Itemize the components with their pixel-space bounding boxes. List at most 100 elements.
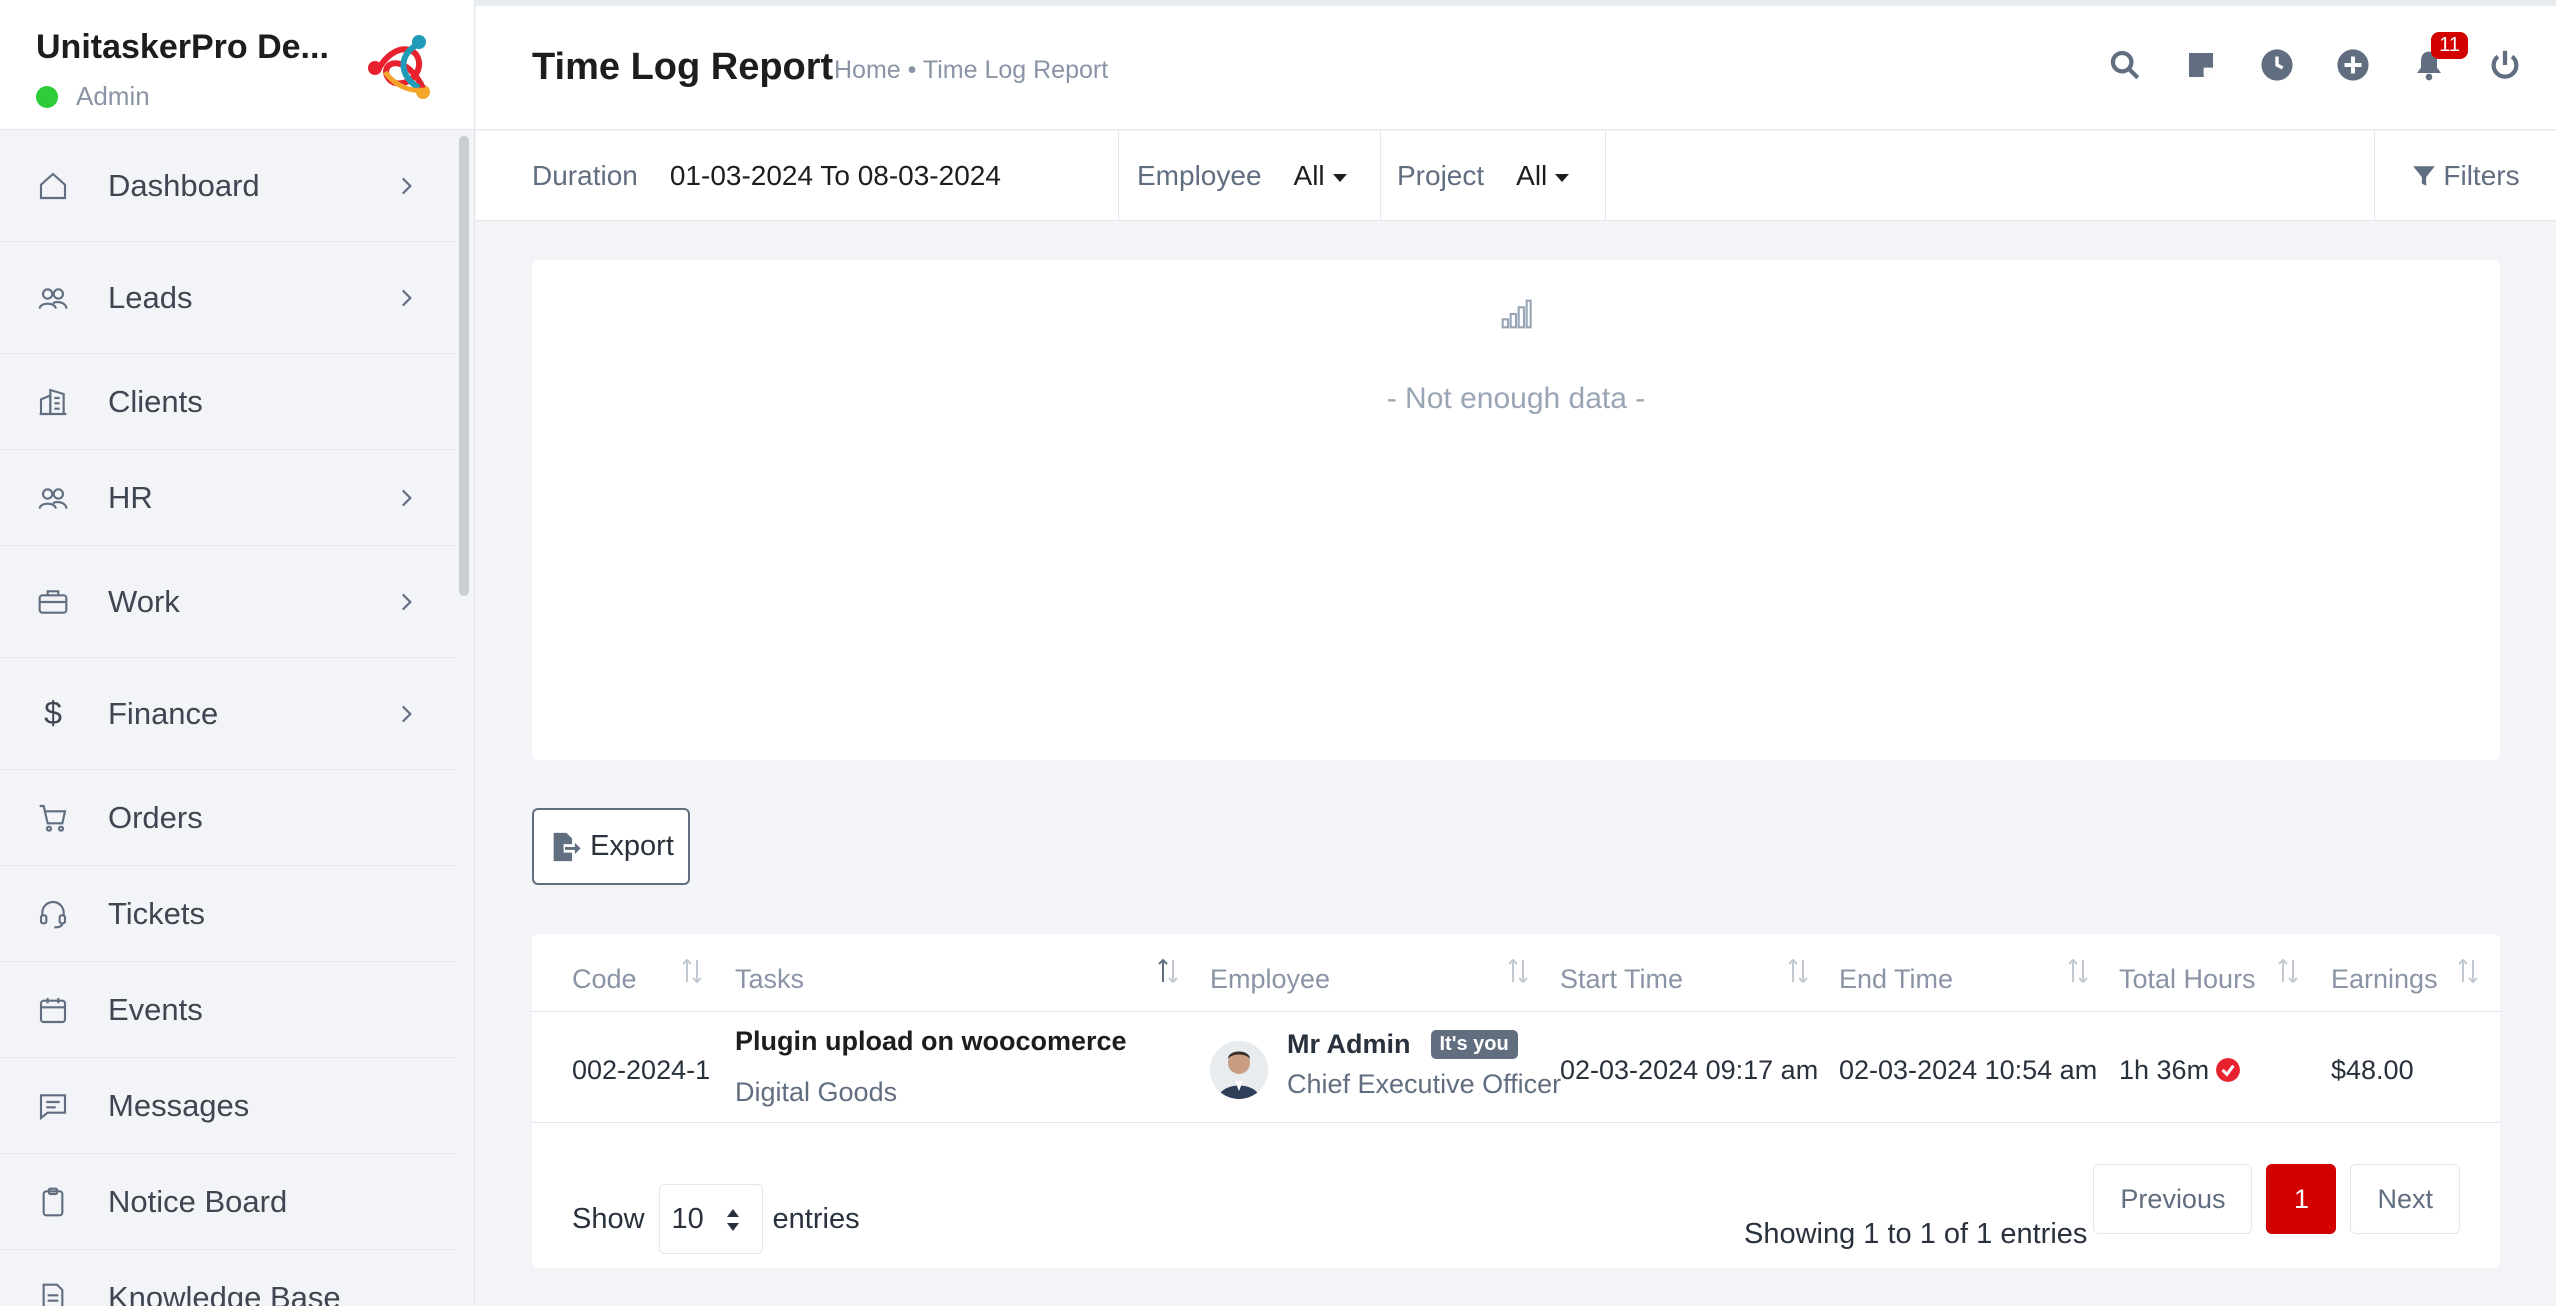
filter-bar: Duration 01-03-2024 To 08-03-2024 Employ… xyxy=(476,131,2556,221)
employee-label: Employee xyxy=(1137,160,1262,191)
message-icon xyxy=(36,1089,70,1123)
search-icon[interactable] xyxy=(2106,46,2144,84)
sidebar-item-label: Orders xyxy=(108,799,203,835)
sort-icon[interactable] xyxy=(2276,956,2300,986)
duration-filter[interactable]: Duration 01-03-2024 To 08-03-2024 xyxy=(532,131,1119,221)
sort-icon[interactable] xyxy=(1506,956,1530,986)
column-header-tasks[interactable]: Tasks xyxy=(735,964,804,995)
sidebar-item-finance[interactable]: $ Finance xyxy=(0,658,455,770)
start-time: 02-03-2024 09:17 am xyxy=(1560,1055,1819,1085)
sidebar-item-label: Finance xyxy=(108,695,219,731)
filter-icon xyxy=(2413,166,2436,186)
sidebar-item-messages[interactable]: Messages xyxy=(0,1058,455,1154)
bar-chart-icon xyxy=(1501,299,1532,329)
sort-icon[interactable] xyxy=(680,956,704,986)
employee-value: All xyxy=(1293,160,1325,191)
column-header-total-hours[interactable]: Total Hours xyxy=(2119,964,2256,995)
sticky-note-icon[interactable] xyxy=(2182,46,2220,84)
column-header-end-time[interactable]: End Time xyxy=(1839,964,1953,995)
caret-down-icon xyxy=(1332,173,1347,182)
sidebar-scrollbar[interactable] xyxy=(459,136,469,596)
document-icon xyxy=(36,1281,70,1306)
dollar-icon: $ xyxy=(44,695,62,731)
previous-page-button[interactable]: Previous xyxy=(2093,1164,2253,1234)
page-length-value: 10 xyxy=(671,1202,704,1235)
file-export-icon xyxy=(553,832,581,861)
brand-header[interactable]: UnitaskerPro De... Admin xyxy=(0,0,474,130)
bell-icon[interactable]: 11 xyxy=(2410,32,2468,84)
sidebar-item-work[interactable]: Work xyxy=(0,546,455,658)
sidebar-item-leads[interactable]: Leads xyxy=(0,242,455,354)
sidebar-item-label: Work xyxy=(108,583,180,619)
sidebar-item-label: Leads xyxy=(108,279,193,315)
next-page-button[interactable]: Next xyxy=(2350,1164,2460,1234)
page-header: Time Log Report Home • Time Log Report 1… xyxy=(476,6,2556,130)
breadcrumb[interactable]: Home • Time Log Report xyxy=(834,56,1108,85)
column-header-code[interactable]: Code xyxy=(572,964,637,995)
filters-button[interactable]: Filters xyxy=(2374,131,2556,221)
sidebar-item-label: Notice Board xyxy=(108,1183,288,1219)
add-circle-icon[interactable] xyxy=(2334,46,2372,84)
employee-filter[interactable]: Employee All xyxy=(1119,131,1381,221)
duration-value[interactable]: 01-03-2024 To 08-03-2024 xyxy=(670,160,1001,192)
employee-designation: Chief Executive Officer xyxy=(1287,1069,1562,1099)
clipboard-icon xyxy=(36,1185,70,1219)
sort-icon[interactable] xyxy=(1156,956,1180,986)
employee-select[interactable]: All xyxy=(1294,160,1347,192)
export-button[interactable]: Export xyxy=(532,808,690,885)
sidebar-item-label: Knowledge Base xyxy=(108,1279,341,1306)
project-filter[interactable]: Project All xyxy=(1381,131,1606,221)
project-label: Project xyxy=(1397,160,1485,191)
sidebar-item-hr[interactable]: HR xyxy=(0,450,455,546)
project-name: Digital Goods xyxy=(735,1077,898,1107)
end-time: 02-03-2024 10:54 am xyxy=(1839,1055,2098,1085)
page-1-button[interactable]: 1 xyxy=(2266,1164,2337,1234)
empty-chart-message: - Not enough data - xyxy=(1386,382,1646,415)
column-header-start-time[interactable]: Start Time xyxy=(1560,964,1683,995)
users-icon xyxy=(36,281,70,315)
up-down-arrow-icon xyxy=(726,1209,739,1231)
sidebar-item-orders[interactable]: Orders xyxy=(0,770,455,866)
sidebar-item-knowledge-base[interactable]: Knowledge Base xyxy=(0,1250,455,1306)
avatar[interactable] xyxy=(1210,1041,1268,1099)
chevron-right-icon xyxy=(401,593,412,610)
sidebar-item-events[interactable]: Events xyxy=(0,962,455,1058)
clock-icon[interactable] xyxy=(2258,46,2296,84)
sidebar-menu: Dashboard Leads Clients HR Work $ Financ… xyxy=(0,130,455,1306)
home-icon xyxy=(36,169,70,203)
sort-icon[interactable] xyxy=(1786,956,1810,986)
total-hours-text: 1h 36m xyxy=(2119,1055,2210,1085)
filters-label: Filters xyxy=(2443,160,2520,191)
employee-name[interactable]: Mr Admin It's you xyxy=(1287,1029,1518,1060)
user-avatar-image xyxy=(1210,1041,1268,1099)
users-icon xyxy=(36,481,70,515)
sort-icon[interactable] xyxy=(2456,956,2480,986)
caret-down-icon xyxy=(1555,173,1570,182)
project-value: All xyxy=(1516,160,1548,191)
export-label: Export xyxy=(590,830,674,862)
sidebar-item-dashboard[interactable]: Dashboard xyxy=(0,130,455,242)
chevron-right-icon xyxy=(401,489,412,506)
sidebar-item-label: Dashboard xyxy=(108,167,260,203)
sidebar-item-clients[interactable]: Clients xyxy=(0,354,455,450)
project-select[interactable]: All xyxy=(1516,160,1570,192)
its-you-badge: It's you xyxy=(1430,1030,1518,1059)
column-header-employee[interactable]: Employee xyxy=(1210,964,1330,995)
task-link[interactable]: Plugin upload on woocomerce xyxy=(735,1026,1127,1057)
sidebar-item-tickets[interactable]: Tickets xyxy=(0,866,455,962)
power-icon[interactable] xyxy=(2486,46,2524,84)
total-hours: 1h 36m xyxy=(2119,1055,2241,1086)
page-length-select[interactable]: 10 xyxy=(658,1184,763,1254)
sidebar-item-notice-board[interactable]: Notice Board xyxy=(0,1154,455,1250)
page-title: Time Log Report xyxy=(532,46,834,88)
table-row: 002-2024-1 Plugin upload on woocomerce D… xyxy=(532,1013,2500,1123)
pagination: Previous 1 Next xyxy=(2093,1164,2460,1234)
approved-check-icon xyxy=(2216,1058,2240,1082)
sidebar-item-label: Tickets xyxy=(108,895,206,931)
chevron-right-icon xyxy=(401,289,412,306)
sort-icon[interactable] xyxy=(2066,956,2090,986)
building-icon xyxy=(36,385,70,419)
calendar-icon xyxy=(36,993,70,1027)
entries-label: entries xyxy=(772,1202,860,1235)
column-header-earnings[interactable]: Earnings xyxy=(2331,964,2438,995)
